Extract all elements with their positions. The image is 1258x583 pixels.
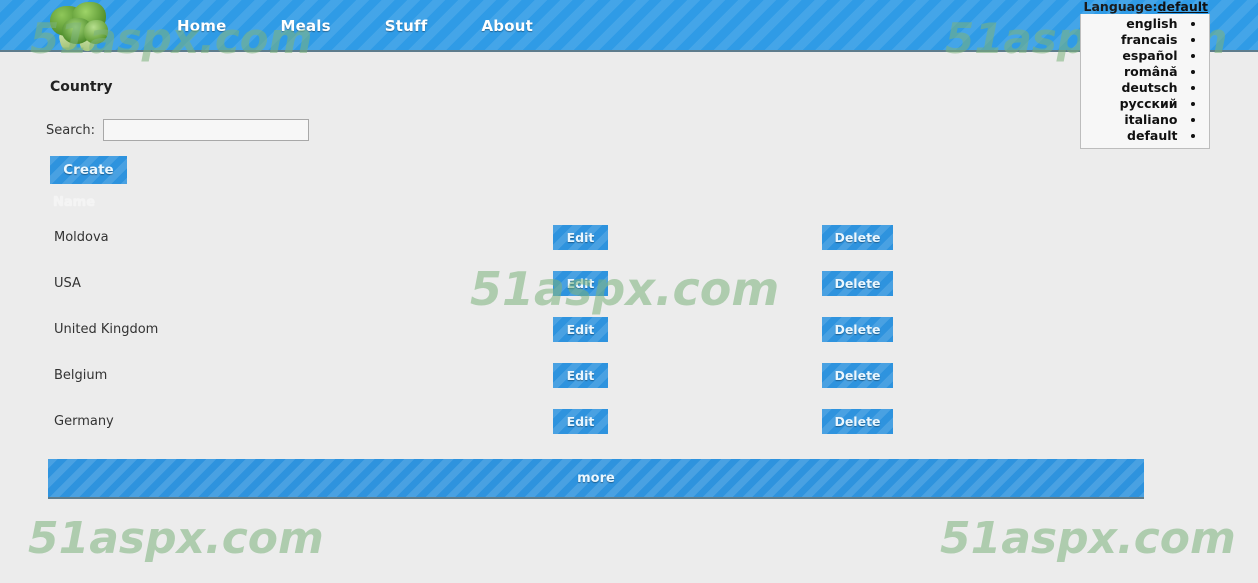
language-option-default[interactable]: default (1081, 128, 1195, 144)
nav-item-home[interactable]: Home (150, 17, 253, 35)
language-option-english-link[interactable]: english (1126, 16, 1177, 31)
edit-button[interactable]: Edit (553, 363, 608, 388)
delete-button[interactable]: Delete (822, 317, 893, 342)
language-option-francais-link[interactable]: francais (1121, 32, 1178, 47)
search-label: Search: (46, 122, 96, 138)
table-row: USA Edit Delete (0, 268, 1258, 314)
country-name: Belgium (54, 368, 108, 383)
language-option-francais[interactable]: francais (1081, 32, 1195, 48)
country-name: Germany (54, 414, 114, 429)
language-option-espanol-link[interactable]: español (1122, 48, 1177, 63)
table-row: Germany Edit Delete (0, 406, 1258, 452)
language-option-default-link[interactable]: default (1127, 128, 1177, 143)
language-current-value[interactable]: default (1158, 0, 1208, 14)
edit-button[interactable]: Edit (553, 317, 608, 342)
page-title: Country (50, 79, 113, 95)
language-option-italiano[interactable]: italiano (1081, 112, 1195, 128)
language-option-russian[interactable]: русский (1081, 96, 1195, 112)
create-button[interactable]: Create (50, 156, 127, 184)
delete-button[interactable]: Delete (822, 409, 893, 434)
table-row: United Kingdom Edit Delete (0, 314, 1258, 360)
delete-button[interactable]: Delete (822, 225, 893, 250)
language-options-list: english francais español română deutsch … (1080, 14, 1210, 149)
main-navigation: Home Meals Stuff About (150, 0, 560, 52)
country-name: USA (54, 276, 81, 291)
language-option-deutsch-link[interactable]: deutsch (1121, 80, 1177, 95)
search-input[interactable] (103, 119, 310, 141)
delete-button[interactable]: Delete (822, 271, 893, 296)
table-row: Moldova Edit Delete (0, 222, 1258, 268)
nav-item-stuff[interactable]: Stuff (358, 17, 455, 35)
language-label: Language:default (1080, 0, 1210, 14)
more-button[interactable]: more (48, 459, 1144, 499)
language-option-espanol[interactable]: español (1081, 48, 1195, 64)
table-row: Belgium Edit Delete (0, 360, 1258, 406)
country-name: United Kingdom (54, 322, 159, 337)
delete-button[interactable]: Delete (822, 363, 893, 388)
column-header-name: Name (53, 195, 96, 210)
edit-button[interactable]: Edit (553, 409, 608, 434)
watermark: 51aspx.com (940, 513, 1236, 564)
nav-item-meals[interactable]: Meals (253, 17, 357, 35)
language-label-prefix: Language: (1083, 0, 1158, 14)
language-option-romana-link[interactable]: română (1124, 64, 1178, 79)
site-header: Home Meals Stuff About (0, 0, 1258, 54)
search-row: Search: (46, 119, 310, 141)
nav-item-about[interactable]: About (454, 17, 560, 35)
language-option-english[interactable]: english (1081, 16, 1195, 32)
broccoli-logo-icon (48, 0, 128, 54)
watermark: 51aspx.com (28, 513, 324, 564)
edit-button[interactable]: Edit (553, 225, 608, 250)
language-option-italiano-link[interactable]: italiano (1124, 112, 1177, 127)
edit-button[interactable]: Edit (553, 271, 608, 296)
language-panel: Language:default english francais españo… (1080, 0, 1210, 149)
language-option-russian-link[interactable]: русский (1120, 96, 1178, 111)
country-table: Moldova Edit Delete USA Edit Delete Unit… (0, 222, 1258, 452)
language-option-romana[interactable]: română (1081, 64, 1195, 80)
language-option-deutsch[interactable]: deutsch (1081, 80, 1195, 96)
country-name: Moldova (54, 230, 109, 245)
